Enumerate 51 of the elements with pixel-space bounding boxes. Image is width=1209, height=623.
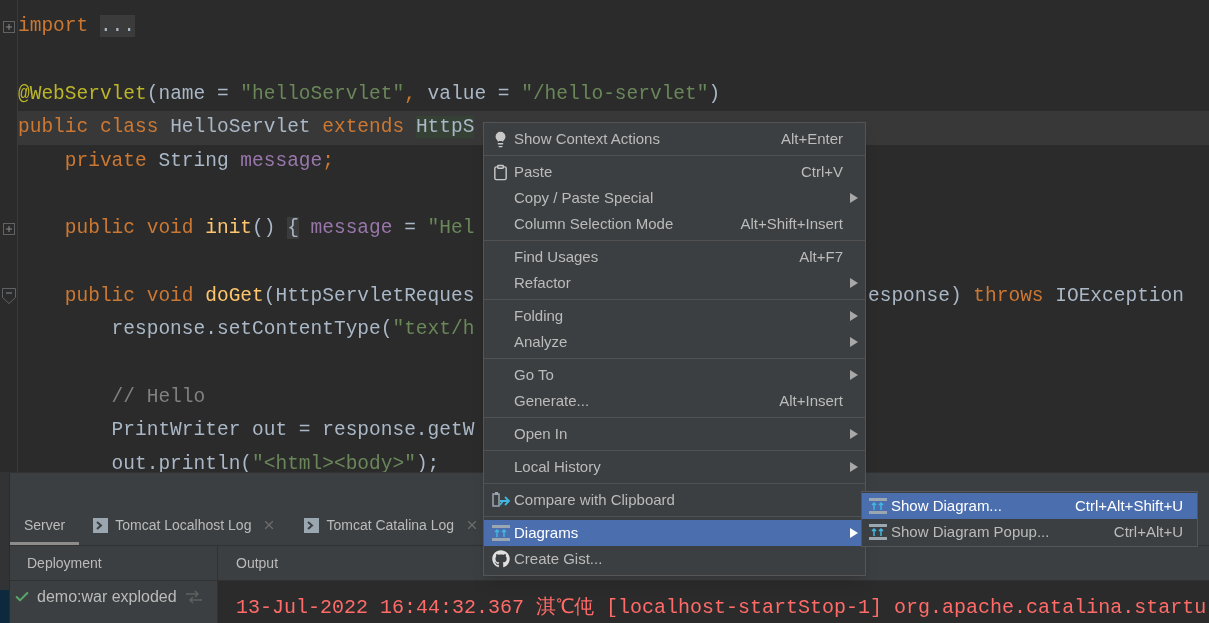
diagram-icon: [869, 498, 887, 514]
shortcut-label: Ctrl+Alt+U: [1113, 521, 1183, 542]
shortcut-label: Alt+Shift+Insert: [740, 213, 843, 234]
selection-highlight: [0, 590, 9, 623]
menu-item[interactable]: Go To: [484, 362, 865, 388]
tab[interactable]: Server: [10, 508, 80, 545]
code-line: public void doGet(HttpServletReques: [63, 284, 475, 307]
menu-item[interactable]: Show Context Actions Alt+Enter: [484, 126, 865, 152]
code-line: response.setContentType("text/h: [110, 318, 475, 341]
column-header: Deployment: [10, 546, 218, 580]
console-icon: [93, 517, 109, 533]
menu-item[interactable]: Refactor: [484, 270, 865, 296]
menu-item[interactable]: Local History: [484, 454, 865, 480]
menu-item[interactable]: Column Selection Mode Alt+Shift+Insert: [484, 211, 865, 237]
compare-icon: [490, 491, 511, 509]
menu-item[interactable]: Paste Ctrl+V: [484, 159, 865, 185]
menu-item[interactable]: Create Gist...: [484, 546, 865, 572]
menu-item[interactable]: Show Diagram... Ctrl+Alt+Shift+U: [862, 493, 1197, 519]
tab[interactable]: Tomcat Localhost Log: [79, 508, 291, 545]
clipboard-icon: [492, 163, 509, 181]
column-header: Output: [235, 553, 279, 573]
menu-item[interactable]: Show Diagram Popup... Ctrl+Alt+U: [862, 519, 1197, 545]
redeploy-icon[interactable]: [184, 588, 203, 606]
github-icon: [491, 550, 510, 568]
shortcut-label: Alt+F7: [799, 246, 843, 267]
menu-item[interactable]: Folding: [484, 303, 865, 329]
shortcut-label: Alt+Enter: [780, 128, 843, 149]
shortcut-label: Alt+Insert: [779, 390, 843, 411]
menu-item[interactable]: Copy / Paste Special: [484, 185, 865, 211]
code-line: public void init() { message = "Hel: [63, 217, 475, 240]
diagram-icon: [869, 524, 887, 540]
menu-item[interactable]: Open In: [484, 421, 865, 447]
console-icon: [304, 517, 320, 533]
menu-item[interactable]: Analyze: [484, 329, 865, 355]
shortcut-label: Ctrl+Alt+Shift+U: [1075, 495, 1183, 516]
menu-item[interactable]: Find Usages Alt+F7: [484, 244, 865, 270]
code-line: esponse) throws IOException: [868, 284, 1184, 307]
code-line: public class HelloServlet extends HttpS: [18, 116, 475, 139]
expand-icon[interactable]: [2, 222, 15, 235]
expand-icon[interactable]: [2, 20, 15, 33]
menu-item[interactable]: Generate... Alt+Insert: [484, 388, 865, 414]
code-line: PrintWriter out = response.getW: [110, 419, 475, 442]
code-line: import ...: [18, 15, 136, 38]
code-line: @WebServlet(name = "helloServlet", value = "/hello-servlet"): [18, 82, 721, 105]
code-line: // Hello: [110, 385, 206, 408]
diagram-icon: [491, 525, 510, 541]
collapse-icon[interactable]: [1, 288, 16, 305]
log-line: 13-Jul-2022 16:44:32.367 淇℃伅 [localhost-startStop-1] org.apache.catalina.startu: [235, 595, 1207, 621]
deployment-item[interactable]: demo:war exploded: [10, 581, 217, 613]
shortcut-label: Ctrl+V: [800, 161, 843, 182]
code-line: private String message;: [63, 149, 334, 172]
